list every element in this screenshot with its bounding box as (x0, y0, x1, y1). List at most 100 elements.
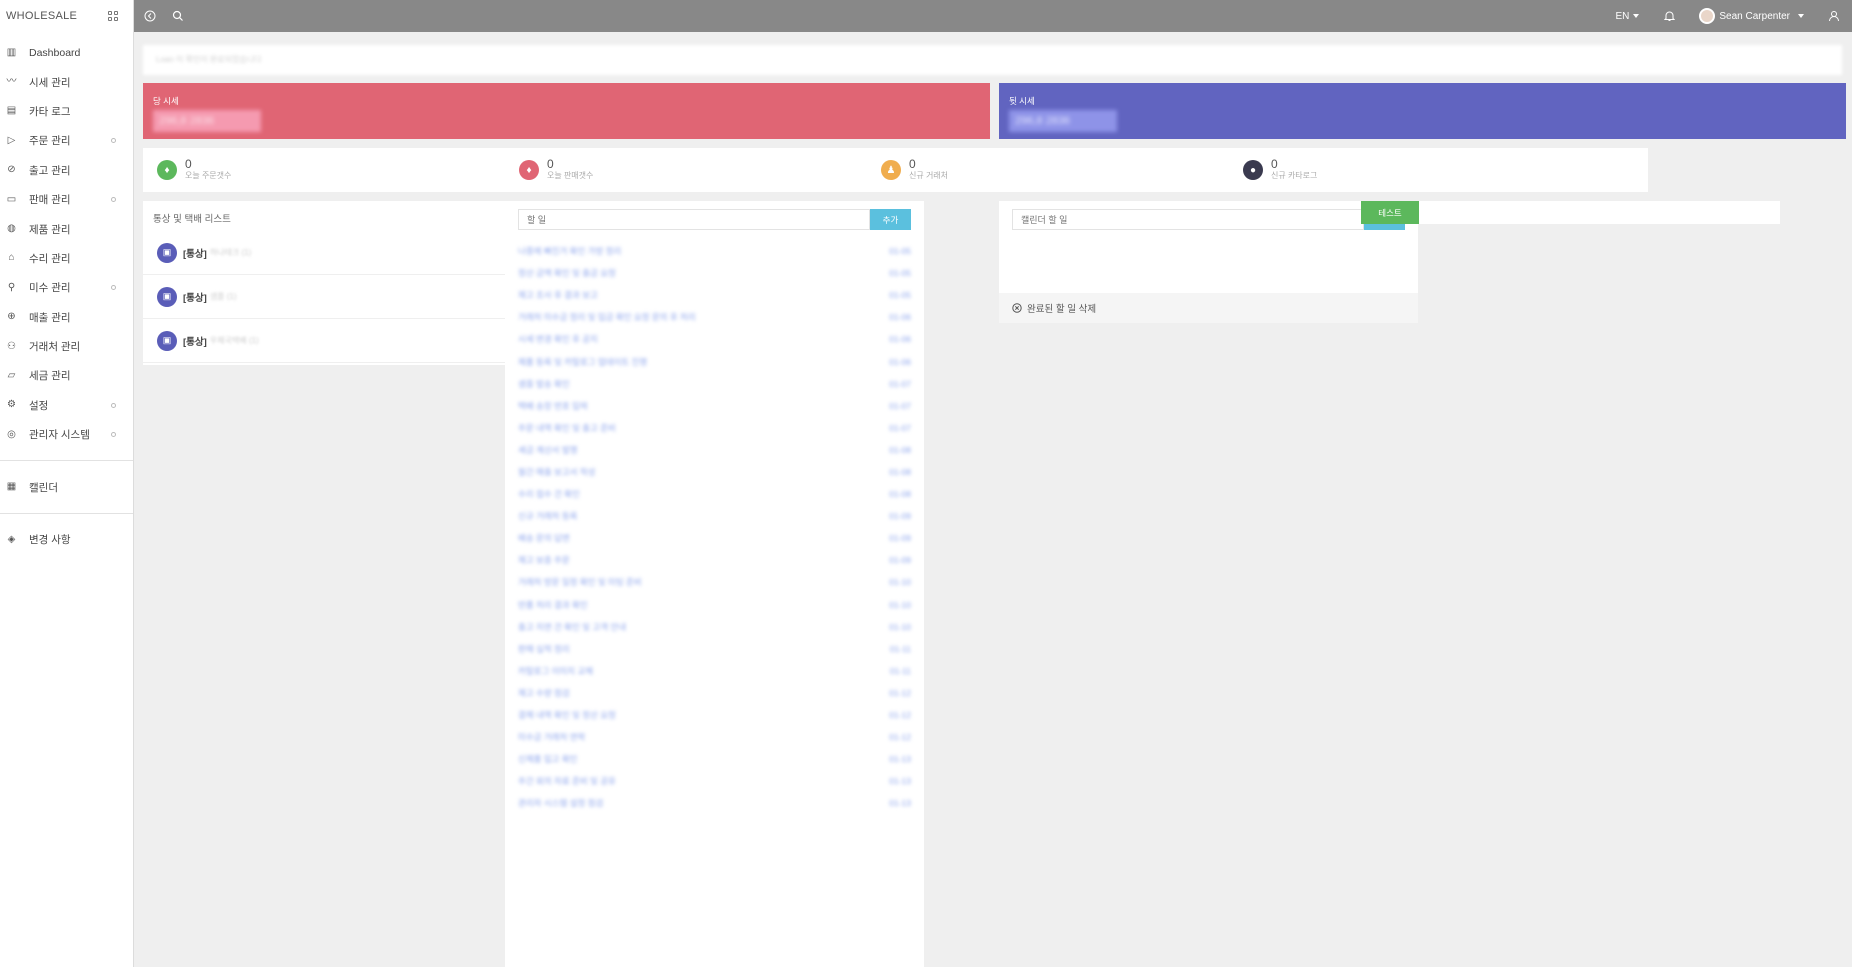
user-icon[interactable] (1828, 10, 1840, 22)
todo-item-date: 01-13 (889, 776, 911, 787)
todo-item[interactable]: 반품 처리 결과 확인 01-10 (505, 594, 924, 616)
todo-item-date: 01-09 (889, 533, 911, 544)
todo-item[interactable]: 미수금 거래처 연락 01-12 (505, 726, 924, 748)
sidebar-item[interactable]: ▥ Dashboard (0, 38, 133, 67)
price-label: 뒷 시세 (1009, 96, 1035, 106)
stat-value: 0 (185, 157, 192, 171)
test-button[interactable]: 테스트 (1361, 201, 1419, 224)
todo-item[interactable]: 신제품 입고 확인 01-13 (505, 748, 924, 770)
calendar-todo-input[interactable] (1012, 209, 1364, 230)
sidebar-item-label: 변경 사항 (29, 534, 71, 547)
list-item[interactable]: ▣ [통상] 샘플 (1) (143, 275, 562, 319)
list-item[interactable]: ▣ [통상] 하나테크 (1) (143, 231, 562, 275)
sidebar-item[interactable]: ⚲ 미수 관리 (0, 273, 133, 302)
clear-completed-label: 완료된 할 일 삭제 (1027, 304, 1097, 315)
divider (0, 460, 133, 462)
bar-chart-icon: ▥ (6, 46, 17, 58)
todo-item[interactable]: 월간 매출 보고서 작성 01-08 (505, 461, 924, 483)
sidebar-item[interactable]: ⊕ 매출 관리 (0, 303, 133, 332)
todo-item-text: 반품 처리 결과 확인 (518, 599, 588, 610)
todo-item[interactable]: 택배 송장 번호 입력 01-07 (505, 395, 924, 417)
todo-list: 나중에 빠진거 확인 가방 정리 01-05 정산 금액 확인 및 출금 요청 0… (505, 240, 924, 814)
todo-item-date: 01-10 (889, 599, 911, 610)
todo-item[interactable]: 수리 접수 건 확인 01-08 (505, 483, 924, 505)
sidebar-item-label: 수리 관리 (29, 252, 71, 265)
apps-grid-icon[interactable] (108, 10, 119, 22)
todo-item[interactable]: 정산 금액 확인 및 출금 요청 01-05 (505, 262, 924, 284)
sidebar-item-label: 주문 관리 (29, 135, 71, 148)
todo-item[interactable]: 시세 변경 확인 후 공지 01-06 (505, 328, 924, 350)
todo-item-text: 출고 지연 건 확인 및 고객 안내 (518, 621, 627, 632)
todo-item[interactable]: 세금 계산서 발행 01-08 (505, 439, 924, 461)
sidebar-item-label: Dashboard (29, 46, 81, 59)
sidebar-item-label: 매출 관리 (29, 311, 71, 324)
todo-item[interactable]: 거래처 미수금 정리 및 입금 확인 요청 문의 후 처리 01-06 (505, 306, 924, 328)
gift-icon: ▣ (157, 286, 177, 307)
todo-add-button[interactable]: 추가 (870, 209, 911, 230)
bell-icon[interactable] (1663, 10, 1675, 22)
avatar (1699, 8, 1716, 24)
todo-item-text: 신규 거래처 등록 (518, 511, 578, 522)
todo-item-text: 정산 금액 확인 및 출금 요청 (518, 268, 616, 279)
sidebar-item[interactable]: ⚇ 거래처 관리 (0, 332, 133, 361)
todo-input[interactable] (518, 209, 870, 230)
calendar-icon: ▦ (6, 481, 17, 493)
todo-item[interactable]: 주간 회의 자료 준비 및 공유 01-13 (505, 770, 924, 792)
todo-item[interactable]: 배송 문의 답변 01-09 (505, 527, 924, 549)
todo-item[interactable]: 카탈로그 이미지 교체 01-11 (505, 660, 924, 682)
sidebar-item[interactable]: ▦ 캘린더 (0, 472, 133, 501)
todo-input-row: 추가 (518, 209, 911, 230)
todo-item[interactable]: 판매 실적 정리 01-11 (505, 638, 924, 660)
sidebar-item-label: 캘린더 (29, 481, 58, 494)
clear-completed-button[interactable]: 완료된 할 일 삭제 (999, 293, 1418, 323)
layers-icon: ◈ (7, 533, 16, 545)
sidebar-nav: ▥ Dashboard 〰 시세 관리 ▤ 카타 로그 ▷ 주문 관리 ⊘ 출고… (0, 38, 133, 554)
todo-item-text: 관리자 시스템 설정 점검 (518, 798, 604, 809)
todo-item-date: 01-05 (889, 268, 911, 279)
sidebar-item[interactable]: ▭ 판매 관리 (0, 185, 133, 214)
todo-item-date: 01-07 (889, 378, 911, 389)
sidebar-item[interactable]: ▱ 세금 관리 (0, 361, 133, 390)
todo-item[interactable]: 재고 보충 주문 01-09 (505, 549, 924, 571)
eye-icon: ◎ (7, 428, 16, 440)
sidebar-item[interactable]: ◎ 관리자 시스템 (0, 420, 133, 449)
sidebar-item-label: 제품 관리 (29, 223, 71, 236)
sidebar-item[interactable]: ⊘ 출고 관리 (0, 156, 133, 185)
todo-item[interactable]: 재고 수량 점검 01-12 (505, 682, 924, 704)
todo-item-text: 나중에 빠진거 확인 가방 정리 (518, 246, 622, 257)
sidebar-item[interactable]: 〰 시세 관리 (0, 67, 133, 96)
user-menu[interactable]: Sean Carpenter (1699, 8, 1804, 24)
todo-item[interactable]: 출고 지연 건 확인 및 고객 안내 01-10 (505, 616, 924, 638)
user-icon: ♟ (881, 160, 901, 180)
list-item[interactable]: ▣ [통상] 우체국택배 (1) (143, 319, 562, 363)
sidebar-item[interactable]: ▤ 카타 로그 (0, 97, 133, 126)
todo-item[interactable]: 샘플 발송 확인 01-07 (505, 373, 924, 395)
todo-item[interactable]: 재고 조사 후 결과 보고 01-05 (505, 284, 924, 306)
todo-item[interactable]: 거래처 방문 일정 확인 및 미팅 준비 01-10 (505, 571, 924, 593)
todo-item[interactable]: 관리자 시스템 설정 점검 01-13 (505, 792, 924, 814)
todo-item-text: 재고 보충 주문 (518, 555, 570, 566)
todo-item[interactable]: 나중에 빠진거 확인 가방 정리 01-05 (505, 240, 924, 262)
sidebar-item[interactable]: ▷ 주문 관리 (0, 126, 133, 155)
price-card-back: 뒷 시세 296,8 2836 (999, 83, 1846, 139)
todo-item-date: 01-06 (889, 334, 911, 345)
todo-item-date: 01-10 (889, 621, 911, 632)
todo-item-text: 주문 내역 확인 및 출고 준비 (518, 422, 616, 433)
todo-item-date: 01-09 (889, 555, 911, 566)
search-icon[interactable] (172, 10, 184, 22)
todo-item[interactable]: 제품 등록 및 카탈로그 업데이트 진행 01-06 (505, 350, 924, 372)
todo-item-text: 세금 계산서 발행 (518, 444, 578, 455)
sidebar-item[interactable]: ⚙ 설정 (0, 391, 133, 420)
sidebar-item[interactable]: ◈ 변경 사항 (0, 525, 133, 554)
sidebar-item[interactable]: ⌂ 수리 관리 (0, 244, 133, 273)
language-dropdown[interactable]: EN (1615, 11, 1640, 22)
todo-item[interactable]: 결제 내역 확인 및 정산 요청 01-12 (505, 704, 924, 726)
gear-icon: ⚙ (7, 399, 16, 411)
todo-item[interactable]: 신규 거래처 등록 01-09 (505, 505, 924, 527)
back-circle-icon[interactable] (144, 10, 156, 22)
stat-value: 0 (1271, 157, 1278, 171)
sidebar-item[interactable]: ◍ 제품 관리 (0, 214, 133, 243)
price-value: 296,8 2836 (1009, 110, 1117, 132)
todo-item[interactable]: 주문 내역 확인 및 출고 준비 01-07 (505, 417, 924, 439)
gift-icon: ▣ (157, 242, 177, 263)
